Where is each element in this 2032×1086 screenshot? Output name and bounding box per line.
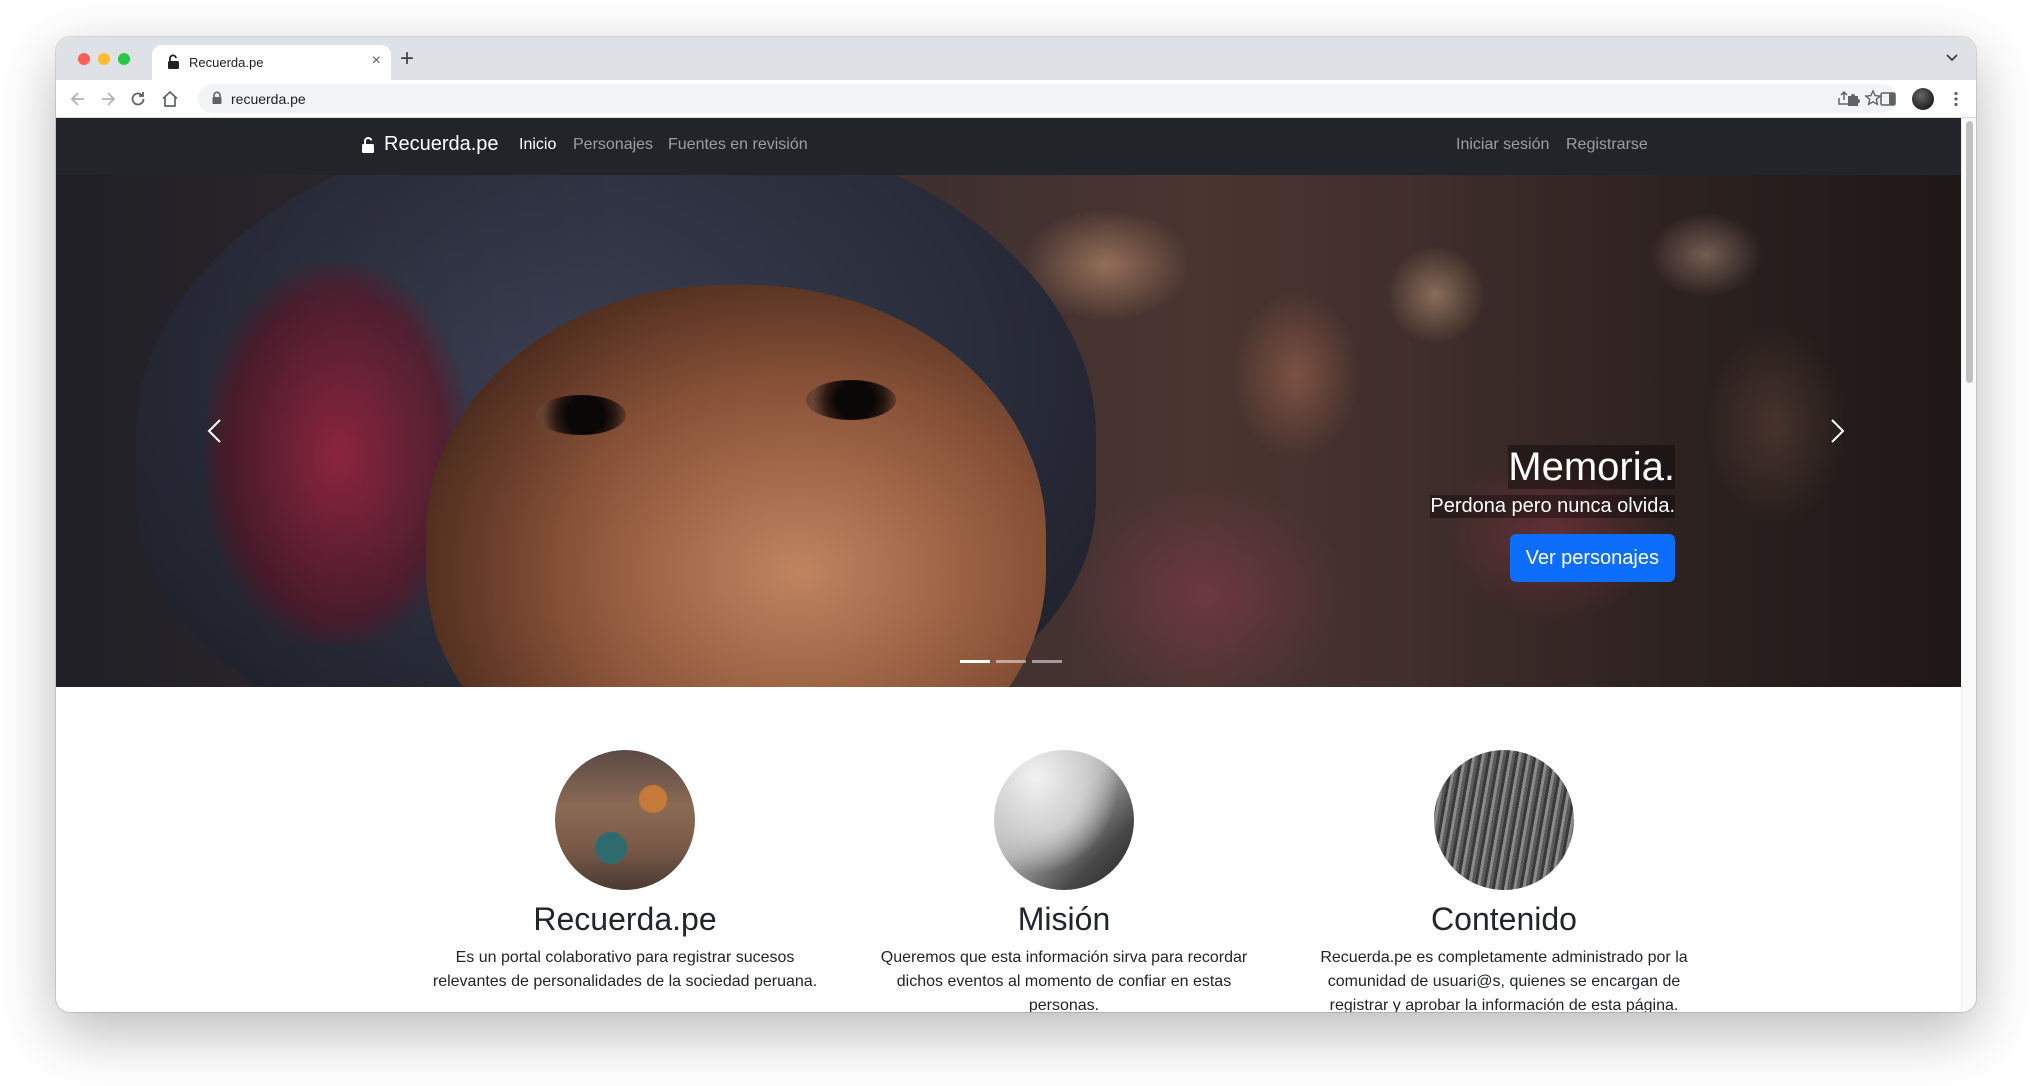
feature-mision: Misión Queremos que esta información sir… bbox=[864, 750, 1264, 1012]
reload-icon[interactable] bbox=[128, 89, 148, 109]
side-panel-icon[interactable] bbox=[1878, 89, 1898, 109]
page-scrollbar[interactable] bbox=[1961, 118, 1976, 1012]
browser-tab[interactable]: Recuerda.pe × bbox=[152, 45, 391, 80]
close-window-button[interactable] bbox=[78, 53, 90, 65]
carousel-next-button[interactable] bbox=[1796, 175, 1876, 687]
scrollbar-thumb[interactable] bbox=[1966, 121, 1973, 383]
hero-image-shade bbox=[56, 175, 1961, 687]
home-icon[interactable] bbox=[160, 89, 180, 109]
site-navbar: Recuerda.pe Inicio Personajes Fuentes en… bbox=[56, 118, 1961, 175]
feature-title: Recuerda.pe bbox=[533, 901, 717, 937]
hero-heading: Memoria. bbox=[1508, 445, 1675, 489]
carousel-prev-button[interactable] bbox=[176, 175, 256, 687]
profile-avatar[interactable] bbox=[1912, 88, 1934, 110]
forward-arrow-icon[interactable] bbox=[98, 89, 118, 109]
address-bar[interactable]: recuerda.pe bbox=[198, 84, 1896, 113]
url-text[interactable]: recuerda.pe bbox=[231, 91, 306, 107]
feature-text: Queremos que esta información sirva para… bbox=[880, 949, 1248, 1012]
more-vertical-icon[interactable] bbox=[1946, 89, 1966, 109]
back-arrow-icon[interactable] bbox=[68, 89, 88, 109]
feature-image bbox=[994, 750, 1134, 890]
hero-carousel: Memoria. Perdona pero nunca olvida. Ver … bbox=[56, 175, 1961, 687]
brand-label: Recuerda.pe bbox=[384, 133, 499, 155]
feature-contenido: Contenido Recuerda.pe es completamente a… bbox=[1304, 750, 1704, 1012]
tab-title: Recuerda.pe bbox=[189, 55, 264, 70]
nav-fuentes-en-revision[interactable]: Fuentes en revisión bbox=[668, 136, 808, 154]
tab-close-icon[interactable]: × bbox=[372, 52, 381, 70]
site-brand[interactable]: Recuerda.pe bbox=[361, 133, 499, 156]
maximize-window-button[interactable] bbox=[118, 53, 130, 65]
feature-text: Es un portal colaborativo para registrar… bbox=[432, 949, 818, 990]
feature-title: Contenido bbox=[1431, 901, 1577, 937]
minimize-window-button[interactable] bbox=[98, 53, 110, 65]
browser-window: Recuerda.pe × + recuerda.pe Recuerda.pe … bbox=[56, 37, 1976, 1012]
hero-subheading: Perdona pero nunca olvida. bbox=[1430, 495, 1675, 518]
nav-iniciar-sesion[interactable]: Iniciar sesión bbox=[1456, 136, 1549, 154]
chevron-left-icon bbox=[207, 419, 221, 443]
carousel-caption: Memoria. Perdona pero nunca olvida. Ver … bbox=[1430, 445, 1675, 582]
tab-strip: Recuerda.pe × + bbox=[56, 37, 1976, 80]
nav-personajes[interactable]: Personajes bbox=[573, 136, 653, 154]
nav-registrarse[interactable]: Registrarse bbox=[1566, 136, 1648, 154]
carousel-indicator[interactable] bbox=[1032, 660, 1062, 663]
web-page: Recuerda.pe Inicio Personajes Fuentes en… bbox=[56, 118, 1976, 1012]
feature-text: Recuerda.pe es completamente administrad… bbox=[1320, 949, 1688, 1012]
address-toolbar: recuerda.pe bbox=[56, 80, 1976, 118]
unlock-icon bbox=[362, 136, 374, 153]
feature-recuerda: Recuerda.pe Es un portal colaborativo pa… bbox=[425, 750, 825, 994]
feature-image bbox=[1434, 750, 1574, 890]
chevron-down-icon[interactable] bbox=[1942, 47, 1962, 67]
carousel-indicator[interactable] bbox=[996, 660, 1026, 663]
unlock-icon bbox=[168, 54, 179, 69]
nav-inicio[interactable]: Inicio bbox=[519, 136, 556, 154]
carousel-indicators bbox=[960, 660, 1062, 663]
lock-icon[interactable] bbox=[210, 91, 224, 105]
chevron-right-icon bbox=[1831, 419, 1845, 443]
carousel-indicator[interactable] bbox=[960, 660, 990, 663]
extensions-puzzle-icon[interactable] bbox=[1844, 89, 1864, 109]
new-tab-button[interactable]: + bbox=[400, 45, 414, 73]
features-section: Recuerda.pe Es un portal colaborativo pa… bbox=[56, 750, 1961, 1012]
ver-personajes-button[interactable]: Ver personajes bbox=[1509, 534, 1675, 582]
feature-image bbox=[555, 750, 695, 890]
feature-title: Misión bbox=[1017, 901, 1111, 937]
